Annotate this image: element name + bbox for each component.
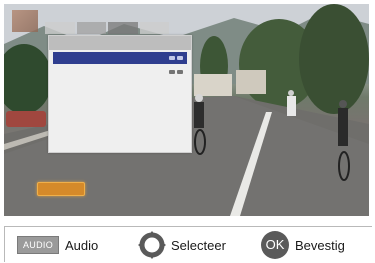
ok-button-icon: OK	[261, 231, 289, 259]
legend-navigate[interactable]: Selecteer	[137, 227, 226, 263]
tv-picture	[4, 4, 369, 216]
audio-option[interactable]	[53, 66, 187, 78]
legend-confirm[interactable]: OK Bevestig	[261, 227, 345, 263]
confirm-label: Bevestig	[295, 237, 345, 253]
panel-title	[49, 36, 191, 50]
audio-selection-panel	[48, 35, 192, 153]
navigate-label: Selecteer	[171, 237, 226, 253]
option-icons	[169, 70, 183, 74]
info-bar-segment	[76, 22, 106, 34]
audio-option-selected[interactable]	[53, 52, 187, 64]
audio-key: AUDIO	[17, 236, 60, 254]
info-bar-segment	[108, 22, 138, 34]
subtitle-indicator	[37, 182, 85, 196]
button-legend: AUDIO Audio Selecteer OK Bevestig	[4, 226, 372, 262]
info-bar	[45, 22, 169, 34]
directional-pad-icon	[138, 231, 166, 259]
info-bar-segment	[139, 22, 169, 34]
legend-audio[interactable]: AUDIO Audio	[17, 227, 98, 263]
info-bar-segment	[45, 22, 75, 34]
channel-thumbnail	[12, 10, 38, 32]
audio-label: Audio	[65, 237, 99, 253]
option-icons	[169, 56, 183, 60]
